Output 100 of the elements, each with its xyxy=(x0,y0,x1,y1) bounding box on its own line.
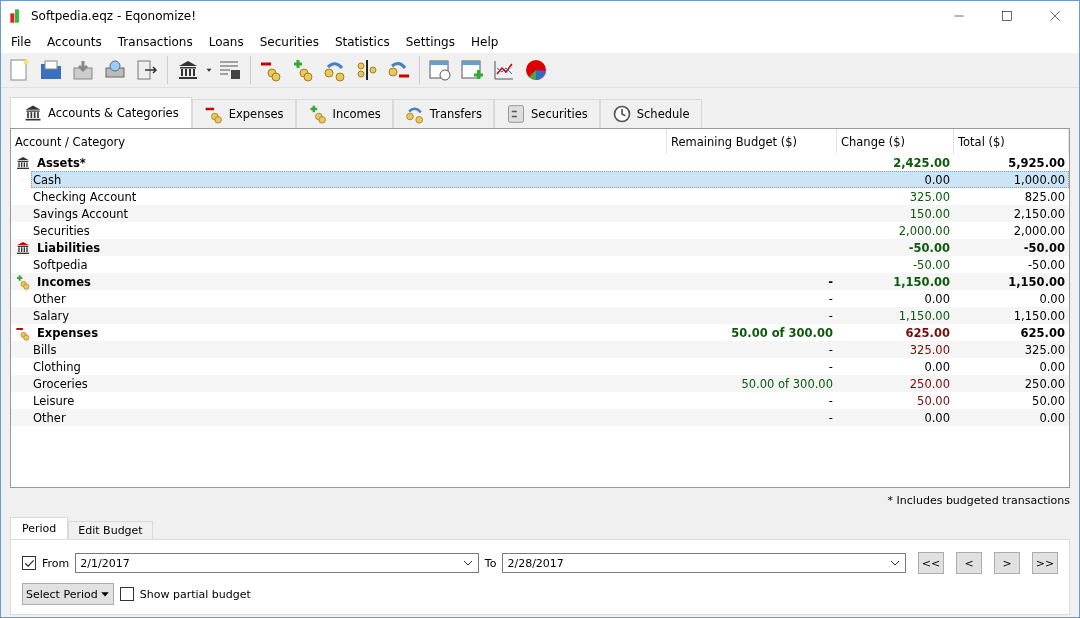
menu-item[interactable]: File xyxy=(3,35,40,49)
tab[interactable]: Edit Budget xyxy=(68,521,153,539)
table-cell: Expenses xyxy=(37,325,98,340)
column-header[interactable]: Change ($) xyxy=(837,129,954,154)
table-cell: 0.00 xyxy=(1039,291,1065,306)
table-cell: 1,150.00 xyxy=(1013,308,1065,323)
column-header[interactable]: Total ($) xyxy=(954,129,1069,154)
coins-plus-icon[interactable] xyxy=(291,58,315,82)
menu-item[interactable]: Securities xyxy=(251,35,327,49)
selected-row[interactable]: Cash 0.00 1,000.00 xyxy=(31,171,1069,188)
table-cell: 50.00 xyxy=(1032,393,1065,408)
table-cell: 1,150.00 xyxy=(898,308,950,323)
caret-icon xyxy=(99,589,110,599)
nav-button[interactable]: > xyxy=(994,552,1020,574)
table-cell: 0.00 xyxy=(924,359,950,374)
checkmark-icon xyxy=(23,557,35,569)
calendar-plus-icon[interactable] xyxy=(460,58,484,82)
table-cell: 1,150.00 xyxy=(1008,274,1065,289)
calendar-clock-icon[interactable] xyxy=(428,58,452,82)
table-cell: - xyxy=(828,393,833,408)
footnote: * Includes budgeted transactions xyxy=(887,494,1070,509)
menu-item[interactable]: Help xyxy=(462,35,507,49)
checkbox-label: Show partial budget xyxy=(139,587,251,601)
table-cell: 0.00 xyxy=(1039,410,1065,425)
table-cell: Securities xyxy=(33,223,90,238)
bank-icon[interactable] xyxy=(176,58,200,82)
table-cell: Assets* xyxy=(37,155,86,170)
tab[interactable]: Securities xyxy=(494,99,600,128)
table-cell: 325.00 xyxy=(909,189,950,204)
account-list-icon[interactable] xyxy=(218,58,242,82)
nav-button[interactable]: << xyxy=(918,552,944,574)
table-cell: 625.00 xyxy=(1020,325,1065,340)
checkbox[interactable] xyxy=(22,556,36,570)
menu-item[interactable]: Accounts xyxy=(39,35,110,49)
bank-icon xyxy=(15,239,31,256)
menu-item[interactable]: Loans xyxy=(200,35,252,49)
table-cell: 825.00 xyxy=(1024,189,1065,204)
tab[interactable]: Incomes xyxy=(295,99,393,128)
select-period-button[interactable]: Select Period xyxy=(22,583,114,605)
tab[interactable]: Period xyxy=(10,517,69,539)
table-cell: Savings Account xyxy=(33,206,128,221)
tab[interactable]: Transfers xyxy=(392,99,495,128)
coins-plus-icon xyxy=(15,273,31,290)
table-cell: 2,000.00 xyxy=(898,223,950,238)
menu-item[interactable]: Statistics xyxy=(326,35,398,49)
table-cell: Incomes xyxy=(37,274,91,289)
table-cell: 5,925.00 xyxy=(1008,155,1065,170)
table-cell: 2,425.00 xyxy=(893,155,950,170)
table-cell: Softpedia xyxy=(33,257,88,272)
table-cell: 625.00 xyxy=(905,325,950,340)
folder-icon[interactable] xyxy=(39,58,63,82)
tab[interactable]: Accounts & Categories xyxy=(10,97,192,128)
table-cell: - xyxy=(828,291,833,306)
table-cell: -50.00 xyxy=(1023,240,1065,255)
table-cell: 325.00 xyxy=(909,342,950,357)
table-cell: -50.00 xyxy=(912,257,950,272)
table-cell: 325.00 xyxy=(1024,342,1065,357)
tab[interactable]: Expenses xyxy=(191,99,296,128)
table-cell: Other xyxy=(33,410,66,425)
date-field[interactable]: 2/28/2017 xyxy=(502,553,906,573)
table-cell: 0.00 xyxy=(924,410,950,425)
table-cell: -50.00 xyxy=(1027,257,1065,272)
checkbox[interactable] xyxy=(119,587,134,601)
table-cell: - xyxy=(828,359,833,374)
table-cell: Salary xyxy=(33,308,70,323)
date-field[interactable]: 2/1/2017 xyxy=(75,553,479,573)
table-cell: Other xyxy=(33,291,66,306)
field-label: From xyxy=(42,556,70,570)
table-cell: Liabilities xyxy=(37,240,101,255)
table-cell: Leisure xyxy=(33,393,75,408)
table-cell: 50.00 xyxy=(917,393,950,408)
window-title: Softpedia.eqz - Eqonomize! xyxy=(31,9,197,23)
column-header[interactable]: Remaining Budget ($) xyxy=(667,129,837,154)
table-cell: 2,150.00 xyxy=(1013,206,1065,221)
table-cell: - xyxy=(828,274,833,289)
tab[interactable]: Schedule xyxy=(599,99,702,128)
table-cell: 1,150.00 xyxy=(893,274,950,289)
table-cell: -50.00 xyxy=(908,240,950,255)
exit-icon[interactable] xyxy=(135,58,159,82)
split-icon[interactable] xyxy=(355,58,379,82)
table-cell: 50.00 of 300.00 xyxy=(731,325,833,340)
table-cell: Groceries xyxy=(33,376,88,391)
line-chart-icon[interactable] xyxy=(492,58,516,82)
nav-button[interactable]: < xyxy=(956,552,982,574)
menu-item[interactable]: Settings xyxy=(397,35,463,49)
table-cell: - xyxy=(828,308,833,323)
save-icon[interactable] xyxy=(71,58,95,82)
nav-button[interactable]: >> xyxy=(1032,552,1058,574)
table-cell: 2,000.00 xyxy=(1013,223,1065,238)
bank-icon xyxy=(15,154,31,171)
clock-icon xyxy=(611,104,632,124)
column-header[interactable]: Account / Category xyxy=(11,129,667,154)
table-cell: - xyxy=(828,342,833,357)
bank-icon xyxy=(23,103,43,123)
table-cell: 250.00 xyxy=(909,376,950,391)
field-label: To xyxy=(484,556,497,570)
table-cell: 0.00 xyxy=(924,172,950,187)
table-cell: 50.00 of 300.00 xyxy=(741,376,833,391)
pie-chart-icon[interactable] xyxy=(524,58,548,82)
menu-item[interactable]: Transactions xyxy=(109,35,201,49)
